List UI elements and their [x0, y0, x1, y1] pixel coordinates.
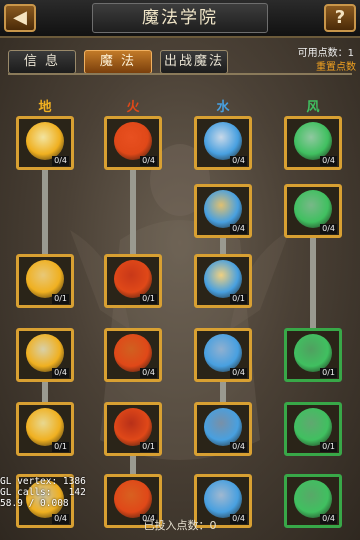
wind-vortex-icon	[294, 480, 332, 518]
skill-level: 0/1	[320, 442, 337, 452]
skill-level: 0/4	[230, 442, 247, 452]
skill-connector	[130, 454, 136, 474]
skill-level: 0/1	[320, 368, 337, 378]
element-column-header: 水	[216, 100, 230, 115]
element-column-header: 火	[126, 100, 140, 115]
skill-slot[interactable]: 0/4	[104, 328, 162, 382]
skill-slot[interactable]: 0/4	[104, 116, 162, 170]
skill-slot[interactable]: 0/1	[194, 254, 252, 308]
skill-level: 0/1	[230, 294, 247, 304]
fire-blast-icon	[114, 480, 152, 518]
fire-swirl-icon	[114, 260, 152, 298]
skill-level: 0/4	[320, 224, 337, 234]
skill-slot[interactable]: 0/1	[16, 254, 74, 308]
game-screen: ◀ 魔法学院 ? 信 息 魔 法 出战魔法 可用点数：1 重置点数 地 0/4 0/…	[0, 0, 360, 540]
skill-level: 0/1	[52, 442, 69, 452]
earth-rays-icon	[26, 408, 64, 446]
skill-slot[interactable]: 0/4	[16, 328, 74, 382]
skill-slot[interactable]: 0/4	[284, 116, 342, 170]
skill-level: 0/1	[52, 294, 69, 304]
skill-level: 0/4	[140, 156, 157, 166]
skill-slot[interactable]: 0/4	[194, 328, 252, 382]
debug-fps: 58.9 / 0.008	[0, 498, 69, 509]
fire-ring-icon	[114, 408, 152, 446]
skill-level: 0/4	[230, 156, 247, 166]
earth-shield-icon	[26, 260, 64, 298]
water-serpent-icon	[204, 408, 242, 446]
element-column-header: 风	[306, 100, 320, 115]
earth-spirit-icon	[26, 122, 64, 160]
debug-vertex: GL vertex: 1386	[0, 476, 86, 487]
skill-connector	[42, 380, 48, 402]
water-knight-icon	[204, 480, 242, 518]
skill-slot[interactable]: 0/4	[194, 402, 252, 456]
element-column-header: 地	[38, 100, 52, 115]
skill-tree: 地 0/4 0/1 0/4 0/1 0/4 火 0/4 0/1 0/4 0/1 0/4 水 0/4 0/4 0…	[0, 0, 360, 540]
invested-points: 已投入点数：0	[143, 519, 217, 532]
skill-level: 0/1	[140, 442, 157, 452]
wind-beast-icon	[294, 190, 332, 228]
skill-connector	[310, 236, 316, 328]
debug-stats: GL vertex: 1386 GL calls: 142 58.9 / 0.0…	[0, 476, 86, 509]
skill-level: 0/4	[320, 156, 337, 166]
skill-slot[interactable]: 0/4	[284, 184, 342, 238]
skill-connector	[220, 236, 226, 254]
skill-slot[interactable]: 0/1	[16, 402, 74, 456]
fire-bird-icon	[114, 122, 152, 160]
skill-slot[interactable]: 0/1	[284, 328, 342, 382]
skill-level: 0/4	[230, 224, 247, 234]
wind-spiral-icon	[294, 122, 332, 160]
skill-connector	[130, 168, 136, 254]
skill-level: 0/4	[52, 156, 69, 166]
skill-slot[interactable]: 0/4	[16, 116, 74, 170]
water-dragon-icon	[204, 334, 242, 372]
skill-slot[interactable]: 0/4	[194, 184, 252, 238]
water-beast-icon	[204, 190, 242, 228]
skill-connector	[220, 380, 226, 402]
wind-wing-icon	[294, 408, 332, 446]
water-warrior-icon	[204, 122, 242, 160]
fire-dragon-icon	[114, 334, 152, 372]
earth-wolf-icon	[26, 334, 64, 372]
skill-slot[interactable]: 0/4	[194, 116, 252, 170]
debug-calls: GL calls: 142	[0, 487, 86, 498]
skill-slot[interactable]: 0/1	[104, 254, 162, 308]
water-shield-icon	[204, 260, 242, 298]
skill-level: 0/4	[140, 368, 157, 378]
wind-cauldron-icon	[294, 334, 332, 372]
skill-slot[interactable]: 0/1	[284, 402, 342, 456]
skill-connector	[42, 168, 48, 254]
skill-slot[interactable]: 0/1	[104, 402, 162, 456]
skill-level: 0/4	[230, 368, 247, 378]
skill-level: 0/1	[140, 294, 157, 304]
skill-level: 0/4	[52, 368, 69, 378]
